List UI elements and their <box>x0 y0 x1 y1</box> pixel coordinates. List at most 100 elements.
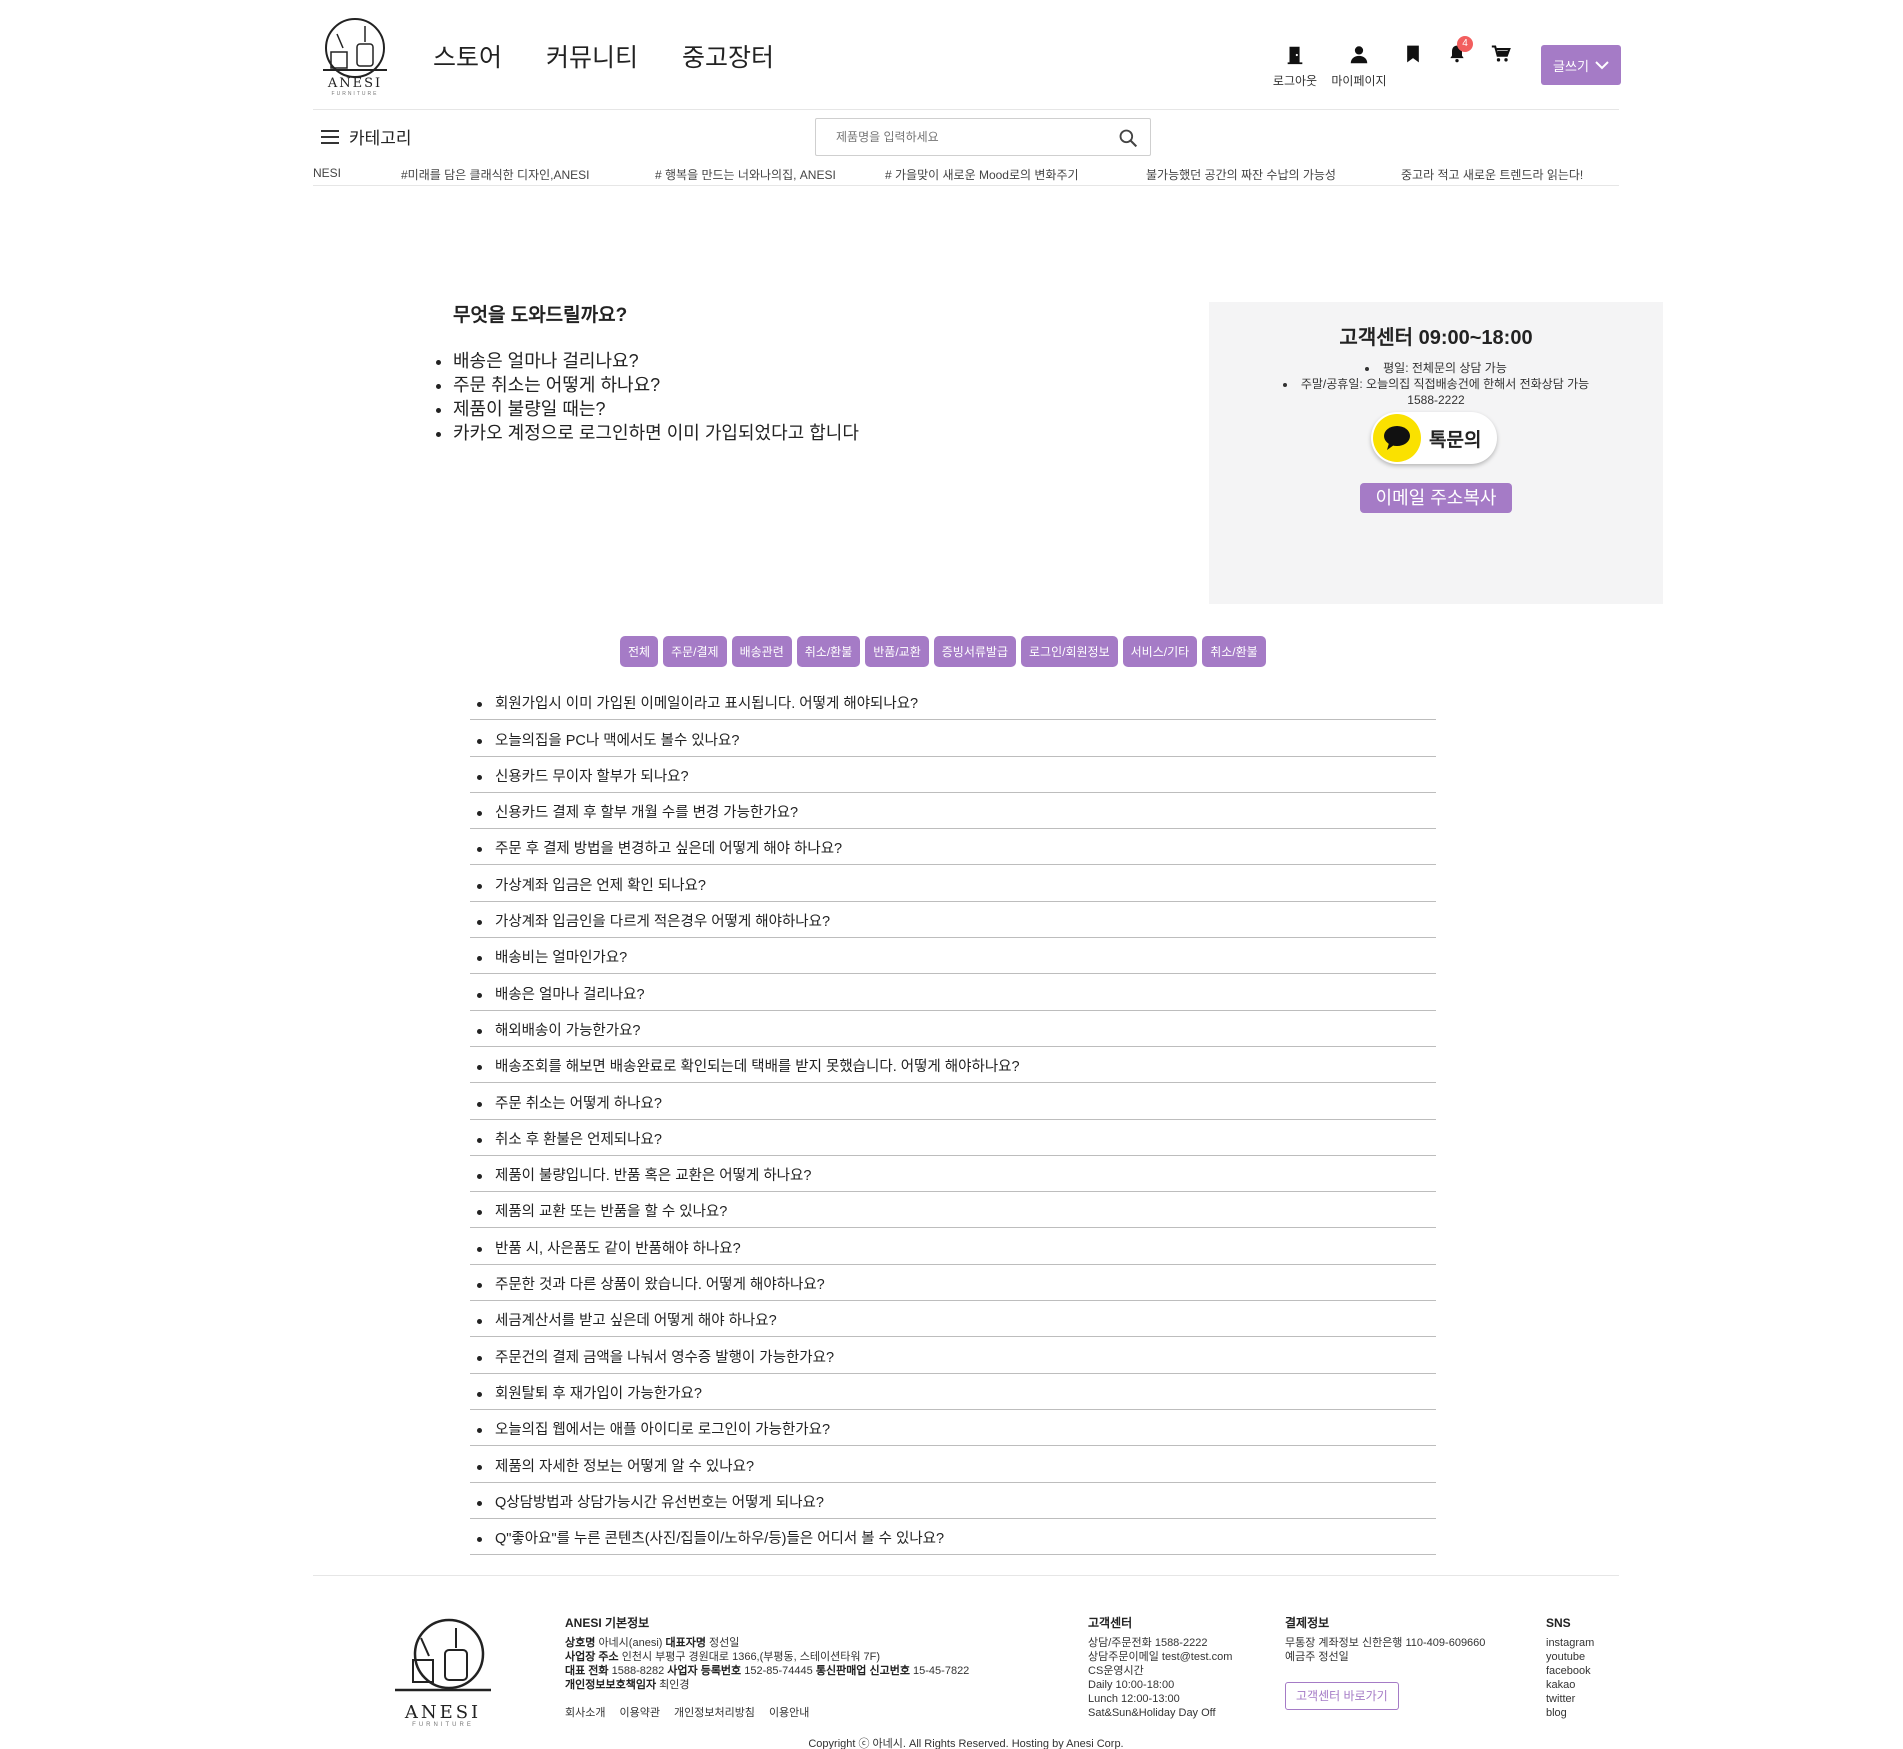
ceo-label: 대표자명 <box>665 1637 706 1649</box>
search-input[interactable] <box>816 119 1096 155</box>
address-value: 인천시 부평구 경원대로 1366,(부평동, 스테이션타워 7F) <box>621 1651 881 1663</box>
footer-cs-line: 상담주문이메일 test@test.com <box>1088 1651 1233 1663</box>
nav-market[interactable]: 중고장터 <box>682 38 774 74</box>
faq-item[interactable]: 주문 후 결제 방법을 변경하고 싶은데 어떻게 해야 하나요? <box>470 829 1436 866</box>
sns-kakao-link[interactable]: kakao <box>1546 1678 1594 1692</box>
footer-link-terms[interactable]: 이용약관 <box>619 1704 659 1720</box>
faq-question: 주문건의 결제 금액을 나눠서 영수증 발행이 가능한가요? <box>495 1349 835 1366</box>
help-item[interactable]: 카카오 계정으로 로그인하면 이미 가입되었다고 합니다 <box>453 421 859 445</box>
footer-link-guide[interactable]: 이용안내 <box>769 1704 809 1720</box>
footer-cs-line: Sat&Sun&Holiday Day Off <box>1088 1707 1216 1719</box>
bizno-value: 152-85-74445 <box>744 1665 813 1677</box>
faq-item[interactable]: 제품이 불량입니다. 반품 혹은 교환은 어떻게 하나요? <box>470 1156 1436 1193</box>
ticker-item[interactable]: # 가을맞이 새로운 Mood로의 변화주기 <box>885 166 1079 183</box>
footer-cs-line: Daily 10:00-18:00 <box>1088 1679 1175 1691</box>
person-icon <box>1350 46 1368 64</box>
copy-email-button[interactable]: 이메일 주소복사 <box>1360 483 1512 513</box>
tab-all[interactable]: 전체 <box>620 636 659 667</box>
faq-item[interactable]: 회원탈퇴 후 재가입이 가능한가요? <box>470 1374 1436 1410</box>
bookmark-button[interactable] <box>1391 44 1435 66</box>
faq-question: 주문 취소는 어떻게 하나요? <box>495 1095 662 1112</box>
sns-youtube-link[interactable]: youtube <box>1546 1650 1594 1664</box>
write-button[interactable]: 글쓰기 <box>1541 45 1621 85</box>
faq-item[interactable]: 세금계산서를 받고 싶은데 어떻게 해야 하나요? <box>470 1301 1436 1338</box>
notification-button[interactable]: 4 <box>1435 36 1479 66</box>
tab-order-payment[interactable]: 주문/결제 <box>663 636 727 667</box>
faq-item[interactable]: 오늘의집을 PC나 맥에서도 볼수 있나요? <box>470 720 1436 757</box>
faq-item[interactable]: 신용카드 무이자 할부가 되나요? <box>470 757 1436 793</box>
help-item[interactable]: 제품이 불량일 때는? <box>453 397 859 421</box>
bullet-icon <box>477 1319 482 1325</box>
sns-twitter-link[interactable]: twitter <box>1546 1692 1594 1706</box>
faq-question: 제품의 자세한 정보는 어떻게 알 수 있나요? <box>495 1458 755 1475</box>
faq-item[interactable]: 취소 후 환불은 언제되나요? <box>470 1120 1436 1156</box>
sns-blog-link[interactable]: blog <box>1546 1706 1594 1720</box>
faq-item[interactable]: 반품 시, 사은품도 같이 반품해야 하나요? <box>470 1228 1436 1265</box>
faq-item[interactable]: Q상담방법과 상담가능시간 유선번호는 어떻게 되나요? <box>470 1483 1436 1519</box>
faq-item[interactable]: 오늘의집 웹에서는 애플 아이디로 로그인이 가능한가요? <box>470 1410 1436 1447</box>
tab-service-etc[interactable]: 서비스/기타 <box>1122 636 1198 667</box>
footer-link-about[interactable]: 회사소개 <box>565 1704 605 1720</box>
ticker-item[interactable]: NESI <box>313 166 341 180</box>
tab-delivery[interactable]: 배송관련 <box>731 636 792 667</box>
cs-shortcut-button[interactable]: 고객센터 바로가기 <box>1285 1682 1399 1710</box>
faq-item[interactable]: 해외배송이 가능한가요? <box>470 1011 1436 1047</box>
privacy-label: 개인정보보호책임자 <box>565 1679 657 1691</box>
faq-question: 회원가입시 이미 가입된 이메일이라고 표시됩니다. 어떻게 해야되나요? <box>495 696 919 713</box>
chevron-down-icon <box>1595 61 1609 70</box>
faq-item[interactable]: 주문한 것과 다른 상품이 왔습니다. 어떻게 해야하나요? <box>470 1265 1436 1302</box>
nav-store[interactable]: 스토어 <box>433 38 502 74</box>
ticker-item[interactable]: # 행복을 만드는 너와나의집, ANESI <box>655 166 836 183</box>
ticker-item[interactable]: 중고라 적고 새로운 트렌드라 읽는다! <box>1401 166 1583 183</box>
faq-question: 제품의 교환 또는 반품을 할 수 있나요? <box>495 1204 728 1221</box>
logout-button[interactable]: 로그아웃 <box>1263 44 1327 89</box>
ticker-item[interactable]: 불가능했던 공간의 짜잔 수납의 가능성 <box>1146 166 1336 183</box>
tab-cancel-refund-2[interactable]: 취소/환불 <box>1202 636 1266 667</box>
faq-item[interactable]: 가상계좌 입금은 언제 확인 되나요? <box>470 865 1436 902</box>
footer-cs-line: Lunch 12:00-13:00 <box>1088 1693 1180 1705</box>
faq-item[interactable]: 배송은 얼마나 걸리나요? <box>470 974 1436 1011</box>
faq-item[interactable]: 신용카드 결제 후 할부 개월 수를 변경 가능한가요? <box>470 793 1436 830</box>
tab-return-exchange[interactable]: 반품/교환 <box>865 636 929 667</box>
faq-item[interactable]: 주문 취소는 어떻게 하나요? <box>470 1083 1436 1120</box>
sns-instagram-link[interactable]: instagram <box>1546 1636 1594 1650</box>
nav-community[interactable]: 커뮤니티 <box>546 38 638 74</box>
ticker-item[interactable]: #미래를 담은 클래식한 디자인,ANESI <box>401 166 590 183</box>
footer-sns: SNS instagram youtube facebook kakao twi… <box>1546 1616 1594 1720</box>
logo-text: ANESI <box>327 76 383 91</box>
bullet-icon <box>1365 366 1370 371</box>
company-label: 상호명 <box>565 1637 596 1649</box>
faq-question: 제품이 불량입니다. 반품 혹은 교환은 어떻게 하나요? <box>495 1168 812 1185</box>
faq-item[interactable]: Q"좋아요"를 누른 콘텐츠(사진/집들이/노하우/등)들은 어디서 볼 수 있… <box>470 1519 1436 1556</box>
help-item[interactable]: 배송은 얼마나 걸리나요? <box>453 349 859 373</box>
cart-button[interactable] <box>1479 44 1523 66</box>
faq-item[interactable]: 제품의 자세한 정보는 어떻게 알 수 있나요? <box>470 1446 1436 1483</box>
faq-question: 가상계좌 입금인을 다르게 적은경우 어떻게 해야하나요? <box>495 914 831 931</box>
payment-title: 결제정보 <box>1285 1616 1330 1630</box>
faq-item[interactable]: 제품의 교환 또는 반품을 할 수 있나요? <box>470 1192 1436 1229</box>
tab-cancel-refund[interactable]: 취소/환불 <box>796 636 861 667</box>
faq-item[interactable]: 회원가입시 이미 가입된 이메일이라고 표시됩니다. 어떻게 해야되나요? <box>470 684 1436 721</box>
bullet-icon <box>477 811 482 817</box>
brand-logo[interactable]: ANESI FURNITURE <box>317 14 393 97</box>
logo-icon <box>395 1618 491 1692</box>
bullet-icon <box>477 738 482 744</box>
faq-item[interactable]: 배송비는 얼마인가요? <box>470 938 1436 975</box>
search-icon[interactable] <box>1118 128 1138 148</box>
faq-item[interactable]: 주문건의 결제 금액을 나눠서 영수증 발행이 가능한가요? <box>470 1337 1436 1374</box>
tab-documents[interactable]: 증빙서류발급 <box>933 636 1017 667</box>
mypage-button[interactable]: 마이페이지 <box>1327 44 1391 89</box>
ticker-bar: NESI #미래를 담은 클래식한 디자인,ANESI # 행복을 만드는 너와… <box>313 162 1619 186</box>
footer-logo-subtext: FURNITURE <box>412 1722 474 1728</box>
kakao-inquiry-button[interactable]: 톡문의 <box>1371 412 1497 464</box>
footer-link-privacy[interactable]: 개인정보처리방침 <box>674 1704 755 1720</box>
footer-logo[interactable]: ANESI FURNITURE <box>393 1616 493 1728</box>
tab-login-member[interactable]: 로그인/회원정보 <box>1021 636 1118 667</box>
sns-facebook-link[interactable]: facebook <box>1546 1664 1594 1678</box>
faq-item[interactable]: 가상계좌 입금인을 다르게 적은경우 어떻게 해야하나요? <box>470 902 1436 939</box>
category-menu[interactable]: 카테고리 <box>321 124 412 149</box>
help-item[interactable]: 주문 취소는 어떻게 하나요? <box>453 373 859 397</box>
privacy-value: 최인경 <box>659 1679 690 1691</box>
faq-item[interactable]: 배송조회를 해보면 배송완료로 확인되는데 택배를 받지 못했습니다. 어떻게 … <box>470 1047 1436 1084</box>
faq-question: 반품 시, 사은품도 같이 반품해야 하나요? <box>495 1240 741 1257</box>
